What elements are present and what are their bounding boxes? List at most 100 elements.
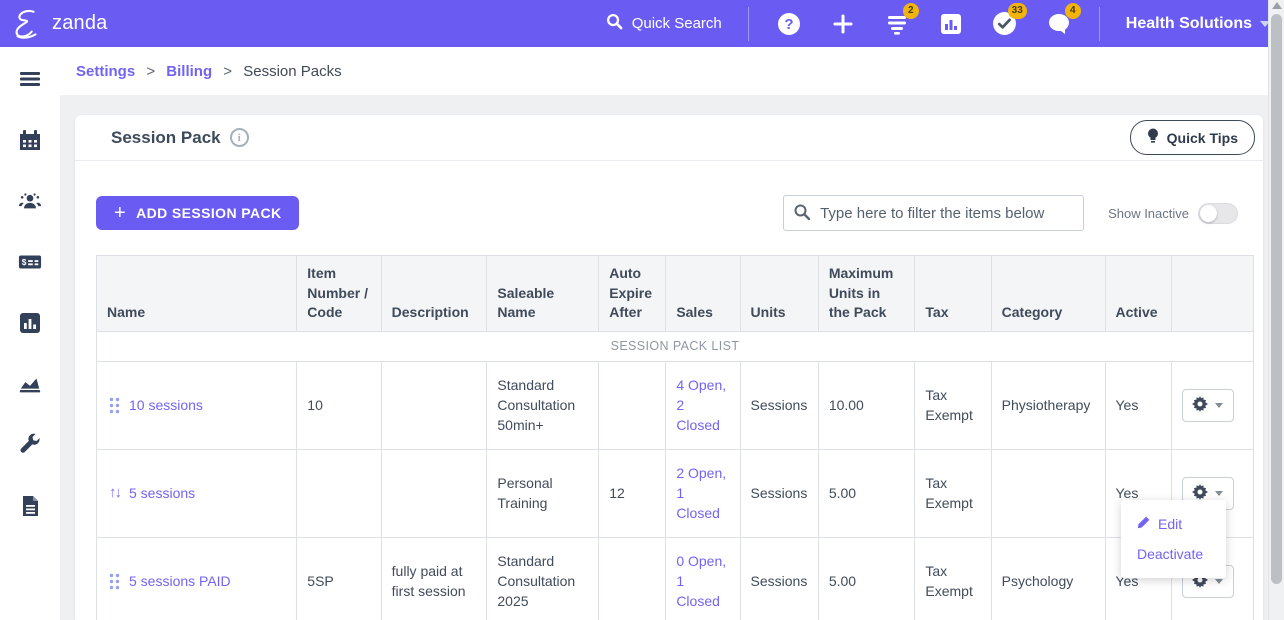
sales-link[interactable]: 2 Open, 1 Closed	[676, 465, 726, 522]
table-row: ↑↓ 5 sessions Personal Training 12 2 Ope…	[95, 448, 1255, 538]
scrollbar-thumb[interactable]	[1271, 14, 1282, 584]
sales-link[interactable]: 0 Open, 1 Closed	[676, 553, 726, 610]
item-code-cell	[296, 448, 382, 538]
tax-cell: Tax Exempt	[914, 360, 992, 450]
plus-icon: +	[114, 202, 127, 224]
approvals-icon[interactable]: 33	[991, 2, 1027, 38]
category-cell: Physiotherapy	[990, 360, 1106, 450]
add-icon[interactable]	[829, 10, 857, 38]
documents-icon[interactable]	[18, 494, 42, 518]
auto-expire-cell: 12	[598, 448, 667, 538]
tax-cell: Tax Exempt	[914, 448, 992, 538]
column-header	[1170, 255, 1255, 332]
pencil-icon	[1137, 516, 1150, 532]
invoices-icon[interactable]: $	[18, 250, 42, 274]
column-header: Active	[1104, 255, 1172, 332]
analytics-icon[interactable]	[18, 372, 42, 396]
top-navbar: zanda Quick Search ? 2 33 4 Health Solut…	[0, 0, 1284, 47]
sales-cell: 2 Open, 1 Closed	[665, 448, 741, 538]
breadcrumb-separator: >	[223, 62, 233, 80]
row-actions-menu: Edit Deactivate	[1121, 500, 1226, 578]
show-inactive-toggle[interactable]	[1198, 202, 1238, 224]
session-pack-name-link[interactable]: 5 sessions	[129, 483, 195, 503]
reports-icon[interactable]	[18, 311, 42, 335]
saleable-name-cell: Personal Training	[486, 448, 600, 538]
breadcrumb-current: Session Packs	[243, 62, 342, 80]
caret-down-icon	[1215, 490, 1224, 496]
clients-icon[interactable]	[18, 189, 42, 213]
column-header: Category	[990, 255, 1106, 332]
account-menu[interactable]: Health Solutions	[1126, 15, 1270, 33]
max-units-cell: 5.00	[817, 448, 916, 538]
sort-arrows-icon[interactable]: ↑↓	[109, 482, 122, 504]
column-header: Auto Expire After	[598, 255, 667, 332]
session-pack-name-link[interactable]: 5 sessions PAID	[129, 571, 231, 591]
category-cell: Psychology	[990, 536, 1106, 620]
reports-icon[interactable]	[937, 10, 965, 38]
active-cell: Yes	[1104, 360, 1172, 450]
quick-search-button[interactable]: Quick Search	[606, 13, 722, 34]
gear-icon	[1192, 395, 1209, 415]
tools-icon[interactable]	[18, 433, 42, 457]
column-header: Units	[739, 255, 819, 332]
tasks-icon[interactable]: 2	[883, 2, 919, 38]
filter-input[interactable]	[783, 195, 1085, 231]
left-sidebar: $	[0, 47, 60, 620]
drag-handle-icon[interactable]	[109, 573, 120, 590]
saleable-name-cell: Standard Consultation 50min+	[486, 360, 600, 450]
scroll-up-icon[interactable]	[1272, 2, 1282, 9]
zanda-logo-icon	[10, 7, 44, 41]
calendar-icon[interactable]	[18, 128, 42, 152]
column-header: Name	[95, 255, 298, 332]
caret-down-icon	[1215, 402, 1224, 408]
page-title: Session Pack i	[111, 128, 249, 148]
menu-item-edit[interactable]: Edit	[1121, 509, 1226, 539]
add-session-pack-button[interactable]: + ADD SESSION PACK	[96, 196, 300, 230]
table-header-row: Name Item Number / Code Description Saleabl…	[95, 255, 1255, 332]
description-cell: fully paid at first session	[380, 536, 488, 620]
help-icon[interactable]: ?	[775, 10, 803, 38]
column-header: Maximum Units in the Pack	[817, 255, 916, 332]
info-icon[interactable]: i	[229, 128, 249, 147]
max-units-cell: 5.00	[817, 536, 916, 620]
breadcrumb-settings-link[interactable]: Settings	[76, 63, 135, 80]
saleable-name-cell: Standard Consultation 2025	[486, 536, 600, 620]
description-cell	[380, 360, 488, 450]
tasks-badge: 2	[902, 2, 919, 19]
account-label: Health Solutions	[1125, 14, 1252, 32]
row-actions-button[interactable]	[1181, 388, 1234, 422]
units-cell: Sessions	[739, 536, 819, 620]
units-cell: Sessions	[739, 448, 819, 538]
quick-tips-button[interactable]: Quick Tips	[1129, 120, 1255, 155]
column-header: Description	[380, 255, 488, 332]
description-cell	[380, 448, 488, 538]
sales-link[interactable]: 4 Open, 2 Closed	[676, 377, 726, 434]
navbar-divider	[747, 6, 749, 41]
messages-icon[interactable]: 4	[1045, 2, 1081, 38]
menu-item-deactivate[interactable]: Deactivate	[1121, 539, 1226, 569]
breadcrumb: Settings > Billing > Session Packs	[60, 47, 1284, 95]
approvals-badge: 33	[1007, 2, 1027, 19]
navbar-divider	[1098, 6, 1100, 41]
zanda-logo[interactable]: zanda	[10, 7, 108, 41]
table-title: SESSION PACK LIST	[96, 330, 1254, 362]
show-inactive-label: Show Inactive	[1108, 205, 1189, 221]
session-pack-table: SESSION PACK LIST Name Item Number / Code…	[95, 255, 1255, 620]
menu-icon[interactable]	[18, 67, 42, 91]
logo-text: zanda	[52, 12, 108, 34]
item-code-cell: 10	[296, 360, 382, 450]
column-header: Saleable Name	[486, 255, 600, 332]
breadcrumb-billing-link[interactable]: Billing	[166, 63, 212, 80]
svg-text:$: $	[22, 257, 27, 267]
tax-cell: Tax Exempt	[914, 536, 992, 620]
quick-search-label: Quick Search	[631, 15, 722, 32]
messages-badge: 4	[1064, 2, 1081, 19]
caret-down-icon	[1215, 578, 1224, 584]
session-pack-card: Session Pack i Quick Tips + ADD SESSION …	[75, 115, 1263, 620]
column-header: Sales	[665, 255, 741, 332]
drag-handle-icon[interactable]	[109, 397, 120, 414]
table-row: 10 sessions 10 Standard Consultation 50m…	[95, 360, 1255, 450]
vertical-scrollbar[interactable]	[1268, 0, 1284, 620]
column-header: Tax	[914, 255, 992, 332]
session-pack-name-link[interactable]: 10 sessions	[129, 395, 203, 415]
